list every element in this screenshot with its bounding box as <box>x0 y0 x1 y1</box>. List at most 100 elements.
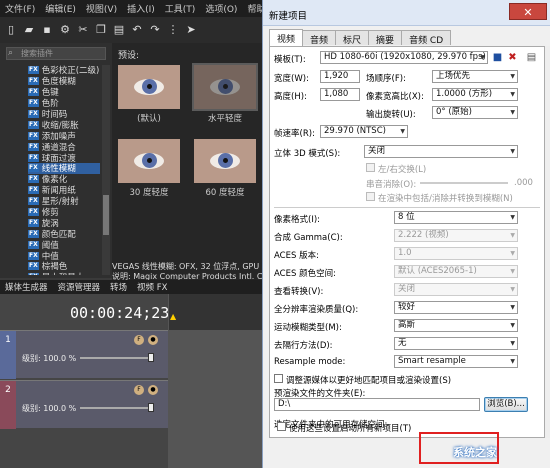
pixel-format-dropdown[interactable]: 8 位 <box>394 211 518 224</box>
adjust-source-checkbox[interactable] <box>274 374 283 383</box>
fx-list-item[interactable]: FX 棕褐色 <box>28 261 100 272</box>
tab-audio-cd[interactable]: 音频 CD <box>401 30 452 46</box>
fx-list-item[interactable]: FX 旋涡 <box>28 217 100 229</box>
track-fx-icon[interactable]: F <box>134 385 144 395</box>
fx-list-item[interactable]: FX 阈值 <box>28 239 100 251</box>
settings-icon[interactable]: ⚙ <box>58 23 72 37</box>
fx-list-item[interactable]: FX 通道混合 <box>28 141 100 153</box>
fx-list-item[interactable]: FX 添加噪声 <box>28 130 100 142</box>
tab-video[interactable]: 视频 <box>269 29 304 46</box>
save-icon[interactable]: ▪ <box>40 23 54 37</box>
prerender-folder-field[interactable]: D:\ <box>274 398 480 411</box>
deinterlace-dropdown[interactable]: 无 <box>394 337 518 350</box>
stereo-3d-dropdown[interactable]: 关闭 <box>364 145 518 158</box>
view-transform-dropdown[interactable]: 关闭 <box>394 283 518 296</box>
render-quality-dropdown[interactable]: 较好 <box>394 301 518 314</box>
track-content-area[interactable] <box>168 330 262 468</box>
resample-dropdown[interactable]: Smart resample <box>394 355 518 368</box>
track-fx-icon[interactable]: F <box>134 335 144 345</box>
tab-audio[interactable]: 音频 <box>302 30 337 46</box>
fx-list-item[interactable]: FX 时间码 <box>28 109 100 120</box>
template-label: 模板(T): <box>274 55 306 65</box>
copy-icon[interactable]: ❐ <box>94 23 108 37</box>
fx-list-item[interactable]: FX 色彩校正(二级) <box>28 65 100 76</box>
redo-icon[interactable]: ↷ <box>148 23 162 37</box>
fx-list-item[interactable]: FX 球面过渡 <box>28 152 100 164</box>
fx-search-input[interactable]: 搜索插件 <box>6 47 106 60</box>
pixel-aspect-dropdown[interactable]: 1.0000 (方形) <box>432 88 518 101</box>
preset-thumb-default[interactable]: (默认) <box>118 65 180 127</box>
undo-icon[interactable]: ↶ <box>130 23 144 37</box>
cut-icon[interactable]: ✂ <box>76 23 90 37</box>
fx-list-item[interactable]: FX 颜色匹配 <box>28 228 100 240</box>
field-order-dropdown[interactable]: 上场优先 <box>432 70 518 83</box>
output-rotation-dropdown[interactable]: 0° (原始) <box>432 106 518 119</box>
open-folder-icon[interactable]: ▰ <box>22 23 36 37</box>
dialog-titlebar[interactable]: 新建项目 ✕ <box>263 0 550 26</box>
slider-knob[interactable] <box>148 403 154 412</box>
aces-version-dropdown[interactable]: 1.0 <box>394 247 518 260</box>
include-render-label: 在渲染中包括/消除并转换到模糊(N) <box>378 194 513 204</box>
fx-list-item[interactable]: FX 星形/射射 <box>28 196 100 207</box>
slider-knob[interactable] <box>148 353 154 362</box>
menu-edit[interactable]: 编辑(E) <box>40 2 81 15</box>
tab-video-fx[interactable]: 视频 FX <box>132 281 172 293</box>
track-mute-icon[interactable]: ● <box>148 335 158 345</box>
delete-template-icon[interactable]: ✖ <box>506 51 519 64</box>
split-icon[interactable]: ⋮ <box>166 23 180 37</box>
tab-summary[interactable]: 摘要 <box>368 30 403 46</box>
height-field[interactable]: 1,080 <box>320 88 360 101</box>
preset-thumb-horizontal[interactable]: 水平轻度 <box>192 63 258 127</box>
use-settings-checkbox[interactable] <box>277 422 286 431</box>
include-render-checkbox[interactable] <box>366 192 375 201</box>
track-level-slider[interactable] <box>80 407 150 409</box>
fx-list-item[interactable]: FX 收缩/膨胀 <box>28 119 100 131</box>
tab-explorer[interactable]: 资源管理器 <box>53 281 106 293</box>
fx-list-item[interactable]: FX 色键 <box>28 87 100 98</box>
browse-button[interactable]: 浏览(B)... <box>484 397 528 412</box>
track-level-slider[interactable] <box>80 357 150 359</box>
motion-blur-dropdown[interactable]: 高斯 <box>394 319 518 332</box>
menu-view[interactable]: 视图(V) <box>81 2 122 15</box>
preset-thumb-30deg[interactable]: 30 度轻度 <box>118 139 180 201</box>
video-track-2[interactable]: 2 F ● 级别: 100.0 % <box>0 380 168 429</box>
output-rotation-label: 输出旋转(U): <box>366 110 416 120</box>
tab-media-generators[interactable]: 媒体生成器 <box>0 281 53 293</box>
fx-list-item[interactable]: FX 色度模糊 <box>28 76 100 87</box>
fx-badge-icon: FX <box>28 240 39 249</box>
fx-list-scrollbar[interactable] <box>102 65 110 275</box>
match-media-icon[interactable]: ▤ <box>525 51 538 64</box>
crosstalk-slider[interactable] <box>420 182 508 184</box>
video-track-1[interactable]: 1 F ● 级别: 100.0 % <box>0 330 168 379</box>
menu-file[interactable]: 文件(F) <box>0 2 40 15</box>
fx-list-item[interactable]: FX 修剪 <box>28 207 100 218</box>
timeline-ruler[interactable] <box>168 294 262 330</box>
fx-list-item[interactable]: FX 色阶 <box>28 98 100 109</box>
width-field[interactable]: 1,920 <box>320 70 360 83</box>
fx-list-item[interactable]: FX最小和最大 <box>28 272 100 275</box>
close-button[interactable]: ✕ <box>509 3 547 20</box>
paste-icon[interactable]: ▤ <box>112 23 126 37</box>
tab-transitions[interactable]: 转场 <box>105 281 132 293</box>
menu-insert[interactable]: 插入(I) <box>122 2 160 15</box>
menu-options[interactable]: 选项(O) <box>200 2 242 15</box>
save-template-icon[interactable]: ■ <box>491 51 504 64</box>
track-mute-icon[interactable]: ● <box>148 385 158 395</box>
fx-list-item[interactable]: FX 像素化 <box>28 174 100 185</box>
fx-list-item[interactable]: FX 新闻用纸 <box>28 185 100 196</box>
aces-space-dropdown[interactable]: 默认 (ACES2065-1) <box>394 265 518 278</box>
swap-lr-checkbox[interactable] <box>366 163 375 172</box>
dialog-scrollbar[interactable] <box>545 46 550 438</box>
frame-rate-dropdown[interactable]: 29.970 (NTSC) <box>320 125 408 138</box>
cursor-marker-icon[interactable]: ▲ <box>170 312 176 321</box>
preset-thumb-60deg[interactable]: 60 度轻度 <box>194 139 256 201</box>
cursor-icon[interactable]: ➤ <box>184 23 198 37</box>
menu-tools[interactable]: 工具(T) <box>160 2 201 15</box>
new-file-icon[interactable]: ▯ <box>4 23 18 37</box>
template-dropdown[interactable]: HD 1080-60i (1920x1080, 29.970 fps) <box>320 51 488 64</box>
fx-list-item[interactable]: FX 线性模糊 <box>28 163 100 174</box>
gamma-dropdown[interactable]: 2.222 (视频) <box>394 229 518 242</box>
scrollbar-thumb[interactable] <box>103 195 109 235</box>
fx-list-item[interactable]: FX 中值 <box>28 250 100 262</box>
tab-ruler[interactable]: 标尺 <box>335 30 370 46</box>
